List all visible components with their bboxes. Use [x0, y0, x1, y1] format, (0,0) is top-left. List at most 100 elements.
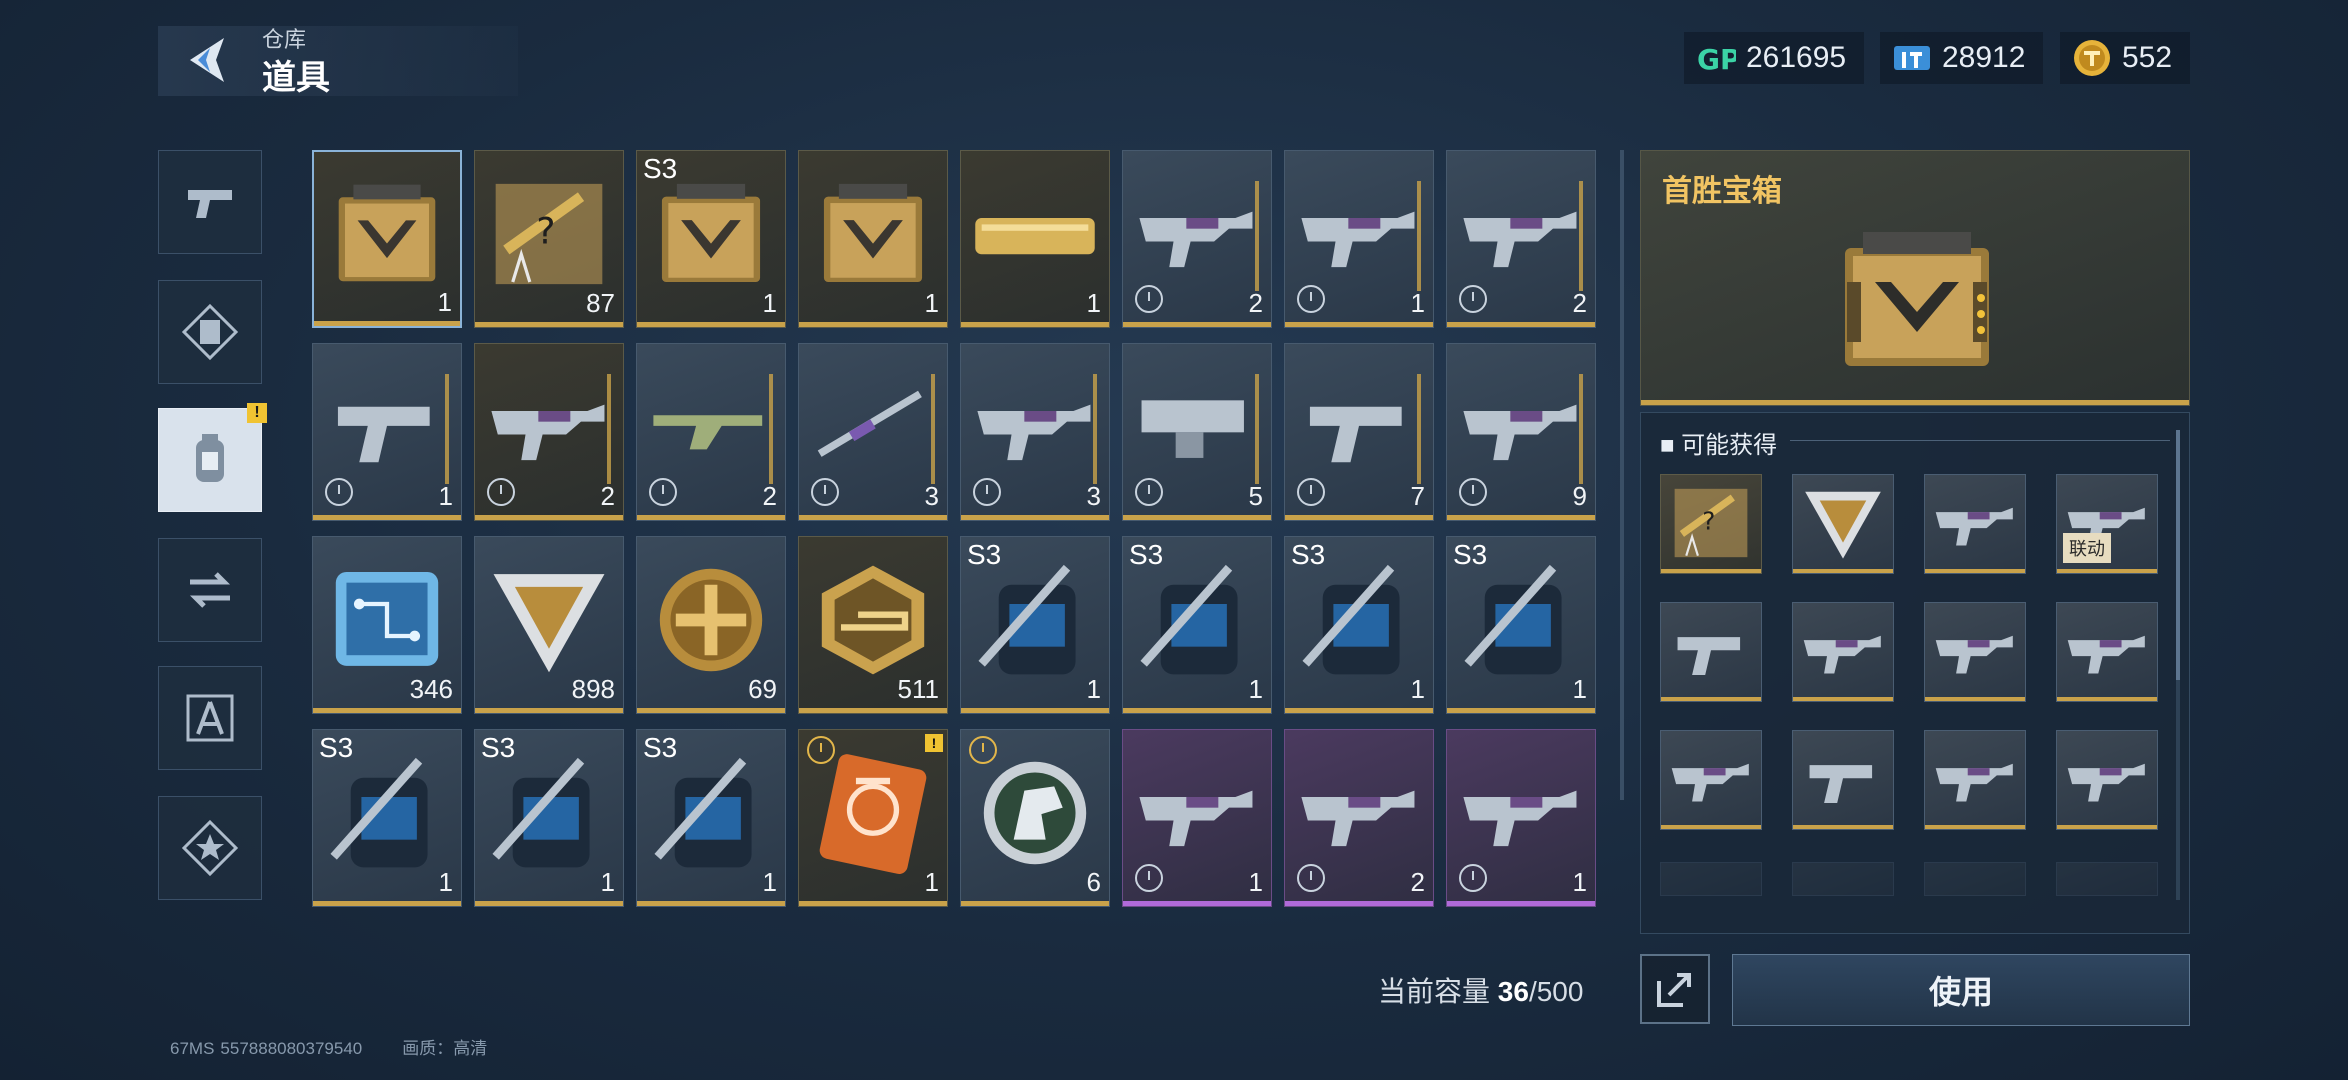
reward-item[interactable] [1792, 602, 1894, 702]
inventory-item[interactable]: 6 [960, 729, 1110, 907]
inventory-item[interactable]: 7 [1284, 343, 1434, 521]
inventory-item[interactable]: 1 [1122, 729, 1272, 907]
export-icon [1657, 973, 1691, 1007]
reward-rarity-bar [1793, 569, 1893, 573]
rarity-stripe [1255, 181, 1259, 291]
footer-info: 67MS 557888080379540 画质：高清 [170, 1034, 527, 1059]
svg-text:?: ? [1702, 507, 1715, 536]
tab-cards[interactable] [158, 280, 262, 384]
reward-item[interactable] [1660, 602, 1762, 702]
season-tag: S3 [643, 732, 678, 763]
backpack-icon [1295, 555, 1423, 685]
inventory-item[interactable]: 511 [798, 536, 948, 714]
inventory-item[interactable]: ? 87 [474, 150, 624, 328]
reward-item[interactable] [1924, 730, 2026, 830]
inventory-item[interactable]: 9 [1446, 343, 1596, 521]
hex-badge-icon [809, 555, 937, 685]
item-quantity: 1 [1248, 674, 1263, 704]
rarity-stripe [607, 374, 611, 484]
inventory-item[interactable]: S3 1 [1284, 536, 1434, 714]
item-rarity-bar [1123, 708, 1271, 713]
inventory-item[interactable]: S3 1 [1122, 536, 1272, 714]
reward-item[interactable] [1924, 474, 2026, 574]
inventory-item[interactable]: 69 [636, 536, 786, 714]
item-rarity-bar [1447, 515, 1595, 520]
inventory-item[interactable]: 898 [474, 536, 624, 714]
rifle-icon [485, 362, 613, 492]
reward-item[interactable] [2056, 602, 2158, 702]
reward-item[interactable] [1792, 474, 1894, 574]
inventory-item[interactable]: 2 [474, 343, 624, 521]
inventory-grid: 1? 87 S3 1 1 1 2 1 2 1 2 2 3 3 5 7 9 346 898 69 511 S3 1 S3 1 S3 1… [312, 150, 1596, 910]
back-button[interactable] [180, 32, 236, 88]
ticket-icon [1892, 38, 1932, 78]
rewards-scrollbar[interactable] [2176, 430, 2180, 900]
inventory-item[interactable]: 1 [960, 150, 1110, 328]
inventory-item[interactable]: 2 [1446, 150, 1596, 328]
inventory-item[interactable]: 3 [960, 343, 1110, 521]
inventory-item[interactable]: 3 [798, 343, 948, 521]
inventory-item[interactable]: S3 1 [636, 729, 786, 907]
inventory-item[interactable]: 1 [798, 150, 948, 328]
reward-rarity-bar [1661, 825, 1761, 829]
inventory-item[interactable]: 1 [1446, 729, 1596, 907]
item-rarity-bar [1285, 708, 1433, 713]
item-rarity-bar [961, 901, 1109, 906]
item-quantity: 2 [1248, 288, 1263, 318]
clock-icon [1135, 478, 1163, 506]
reward-rarity-bar [2057, 825, 2157, 829]
rifle-icon [1457, 748, 1585, 878]
inventory-item[interactable]: S3 1 [474, 729, 624, 907]
inventory-item[interactable]: 2 [1284, 729, 1434, 907]
tab-favorites[interactable] [158, 796, 262, 900]
tab-items[interactable]: ! [158, 403, 267, 512]
inventory-item[interactable]: 1 [312, 343, 462, 521]
inventory-item[interactable]: 5 [1122, 343, 1272, 521]
tab-weapons[interactable] [158, 150, 262, 254]
tab-exchange[interactable] [158, 538, 262, 642]
reward-item[interactable] [1924, 602, 2026, 702]
reward-item[interactable] [2056, 730, 2158, 830]
tab-items-badge: ! [247, 403, 267, 423]
inventory-item[interactable]: S3 1 [312, 729, 462, 907]
reward-rarity-bar [1793, 825, 1893, 829]
reward-rarity-bar [1793, 697, 1893, 701]
inventory-item[interactable]: S3 1 [636, 150, 786, 328]
back-arrow-icon [190, 38, 224, 82]
item-quantity: 3 [1086, 481, 1101, 511]
item-quantity: 1 [1410, 288, 1425, 318]
inventory-item[interactable]: S3 1 [1446, 536, 1596, 714]
inventory-item[interactable]: 346 [312, 536, 462, 714]
rifle-icon [1457, 362, 1585, 492]
item-quantity: 1 [924, 288, 939, 318]
inventory-item[interactable]: 1 [312, 150, 462, 328]
use-button[interactable]: 使用 [1732, 954, 2190, 1026]
inventory-item[interactable]: 1 [1284, 150, 1434, 328]
clock-icon [1459, 864, 1487, 892]
tab-blueprint[interactable] [158, 666, 262, 770]
item-rarity-bar [475, 708, 623, 713]
blueprint-icon [186, 694, 234, 742]
inventory-item[interactable]: S3 1 [960, 536, 1110, 714]
inventory-item[interactable]: 2 [636, 343, 786, 521]
reward-item[interactable]: ? [1660, 474, 1762, 574]
item-rarity-bar [1447, 708, 1595, 713]
item-quantity: 1 [762, 867, 777, 897]
reward-rarity-bar [2057, 569, 2157, 573]
item-rarity-bar [637, 901, 785, 906]
reward-item[interactable]: 联动 [2056, 474, 2158, 574]
reward-item[interactable] [1792, 730, 1894, 830]
clock-icon [325, 478, 353, 506]
export-button[interactable] [1640, 954, 1710, 1024]
reward-item[interactable] [1660, 730, 1762, 830]
currency-gp: GP 261695 [1684, 32, 1865, 84]
item-quantity: 1 [762, 288, 777, 318]
reward-rarity-bar [1661, 697, 1761, 701]
chest-icon [324, 170, 450, 298]
inventory-item[interactable]: ! 1 [798, 729, 948, 907]
inventory-item[interactable]: 2 [1122, 150, 1272, 328]
item-rarity-bar [1285, 322, 1433, 327]
item-rarity-bar [637, 708, 785, 713]
item-quantity: 3 [924, 481, 939, 511]
sniper-icon [809, 362, 937, 492]
